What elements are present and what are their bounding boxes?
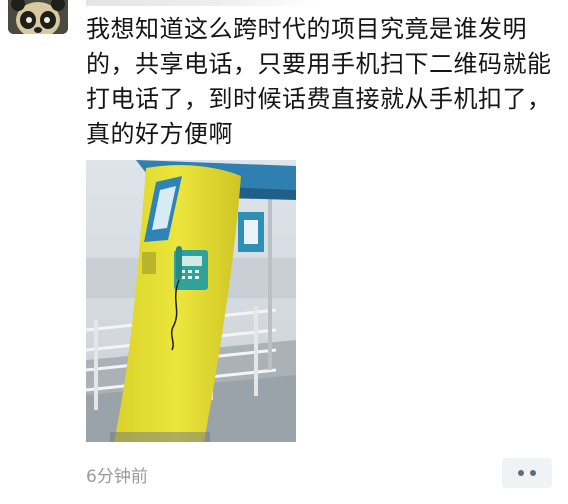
more-dots-icon — [518, 470, 524, 476]
post-message: 我想知道这么跨时代的项目究竟是谁发明的，共享电话，只要用手机扫下二维码就能打电话… — [86, 15, 552, 148]
post-timestamp: 6分钟前 — [86, 467, 148, 487]
more-dots-icon — [530, 470, 536, 476]
panda-avatar-icon — [8, 0, 68, 34]
moments-post: 我想知道这么跨时代的项目究竟是谁发明的，共享电话，只要用手机扫下二维码就能打电话… — [0, 0, 568, 504]
payphone-booth-illustration — [86, 160, 296, 442]
avatar[interactable] — [8, 0, 68, 34]
post-photo[interactable] — [86, 160, 296, 442]
more-button[interactable] — [502, 458, 552, 488]
cropped-header-strip — [86, 0, 316, 6]
